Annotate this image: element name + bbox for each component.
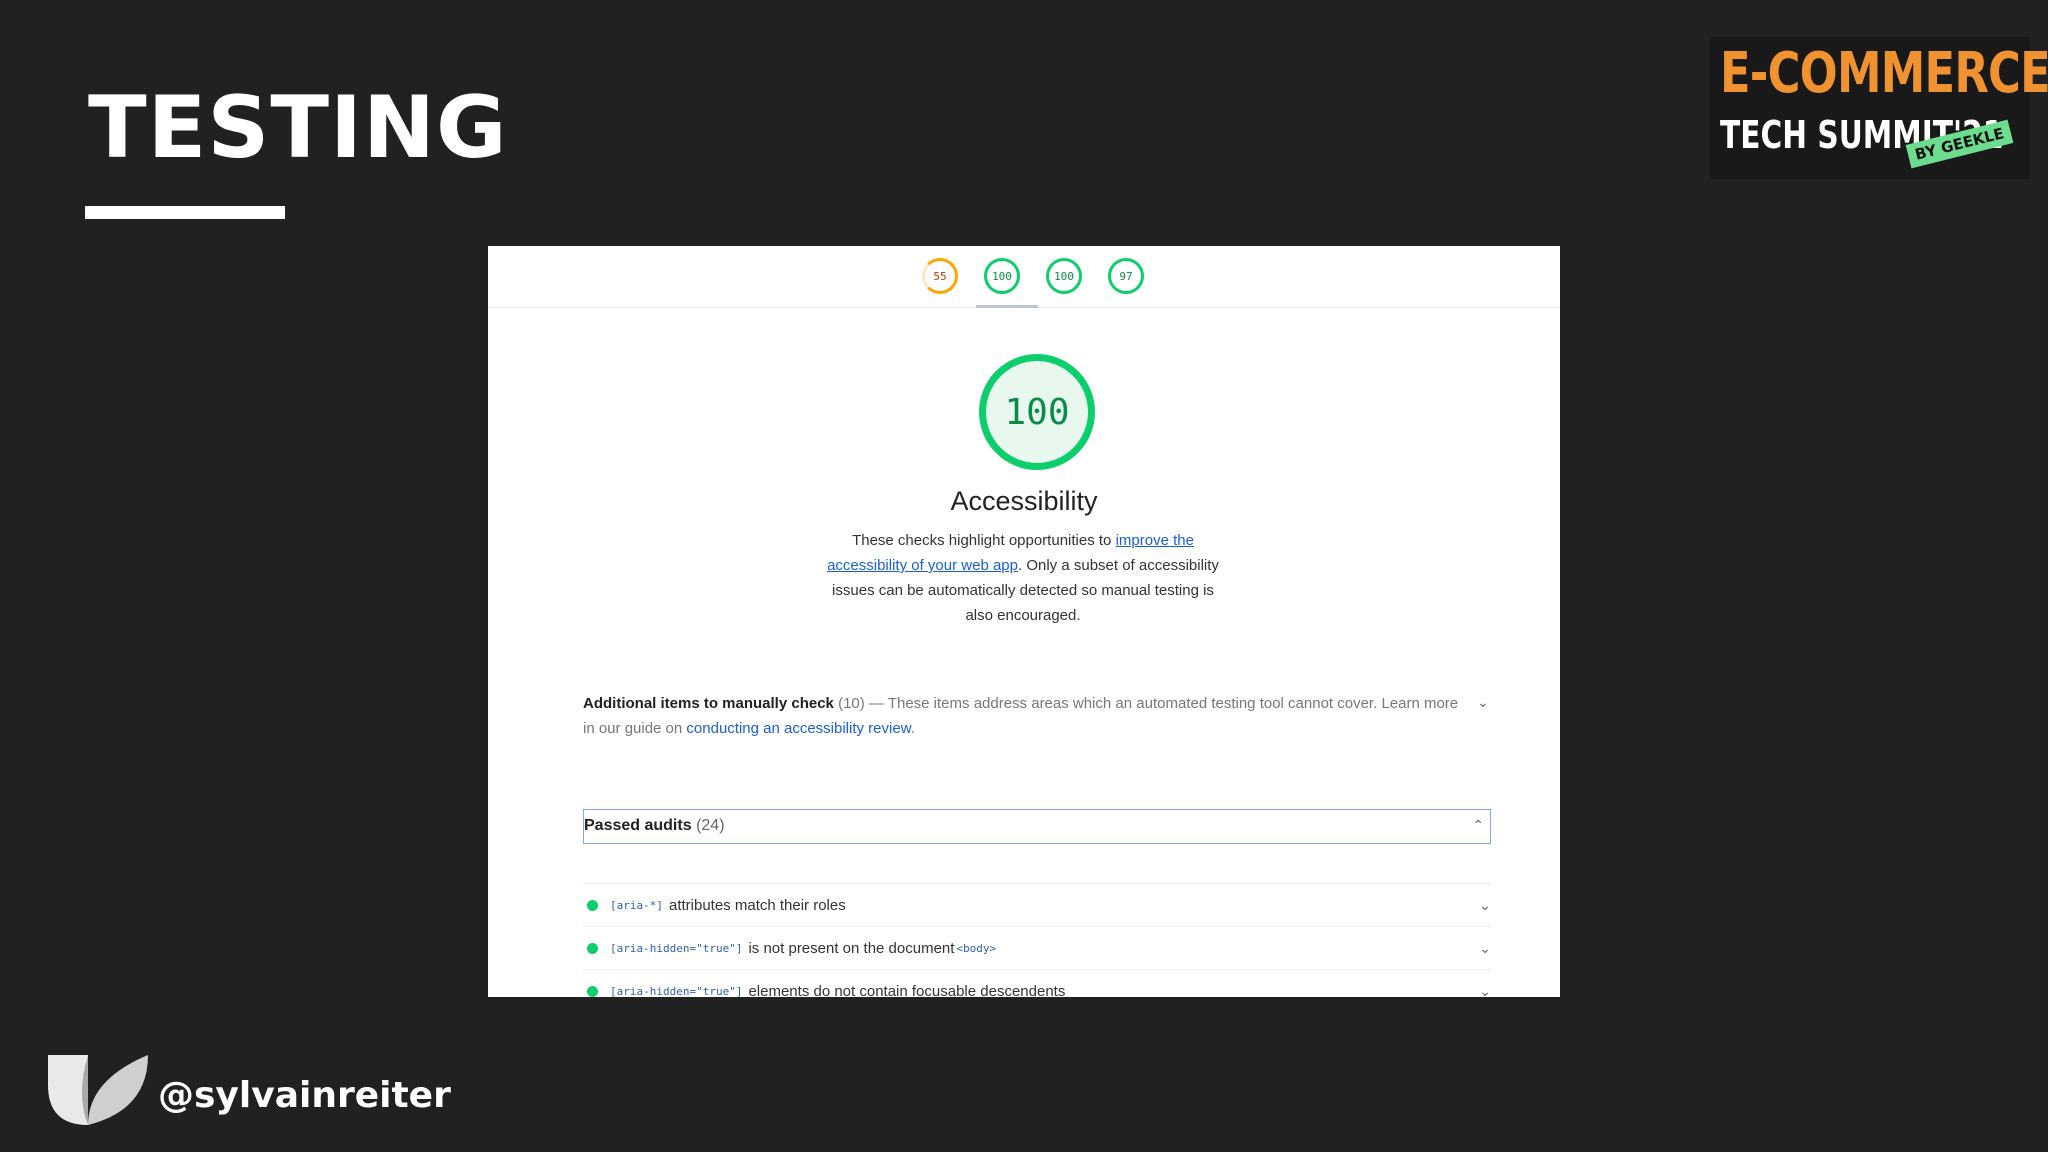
passed-audits-header[interactable]: Passed audits (24) ⌃: [583, 809, 1491, 844]
category-title: Accessibility: [950, 486, 1098, 516]
tab-best-practices[interactable]: 100: [1046, 258, 1082, 294]
accessibility-review-link[interactable]: conducting an accessibility review: [686, 720, 910, 737]
tab-seo[interactable]: 97: [1108, 258, 1144, 294]
audit-code: [aria-*]: [610, 898, 663, 912]
logo-line1: E-COMMERCE: [1720, 41, 2048, 106]
audit-row[interactable]: [aria-*] attributes match their roles ⌄: [583, 883, 1491, 926]
accessibility-gauge: 100: [979, 354, 1095, 470]
chevron-down-icon[interactable]: ⌄: [1479, 940, 1491, 957]
manual-count: (10): [838, 695, 865, 712]
lighthouse-report-screenshot: 55 100 100 97 100 Accessibility These ch…: [488, 246, 1560, 997]
manual-end: .: [910, 720, 915, 737]
audit-code-tail: <body>: [956, 941, 997, 955]
tab-active-indicator: [976, 305, 1038, 308]
audit-text: is not present on the document: [748, 939, 955, 957]
title-underline: [85, 206, 285, 219]
pass-dot-icon: [587, 899, 598, 911]
pass-dot-icon: [587, 942, 598, 954]
chevron-down-icon[interactable]: ⌄: [1477, 694, 1489, 711]
pass-dot-icon: [587, 985, 598, 997]
audit-code: [aria-hidden="true"]: [610, 941, 743, 955]
tab-performance[interactable]: 55: [922, 258, 958, 294]
chevron-down-icon[interactable]: ⌄: [1479, 983, 1491, 998]
category-description: These checks highlight opportunities to …: [818, 528, 1228, 628]
manual-title: Additional items to manually check: [583, 695, 834, 712]
manual-checks-group[interactable]: Additional items to manually check (10) …: [583, 691, 1473, 741]
passed-count: (24): [696, 817, 725, 834]
tab-accessibility[interactable]: 100: [984, 258, 1020, 294]
event-logo: E-COMMERCE TECH SUMMIT'21 BY GEEKLE: [1710, 37, 2048, 179]
desc-text-1: These checks highlight opportunities to: [852, 532, 1116, 549]
audit-code: [aria-hidden="true"]: [610, 984, 743, 998]
chevron-up-icon[interactable]: ⌃: [1472, 817, 1484, 834]
audit-row[interactable]: [aria-hidden="true"] elements do not con…: [583, 969, 1491, 997]
score-tabs: 55 100 100 97: [488, 246, 1560, 308]
audit-text: elements do not contain focusable descen…: [748, 982, 1066, 998]
speaker-logo-icon: [48, 1055, 148, 1125]
speaker-handle: @sylvainreiter: [158, 1075, 451, 1116]
slide-title: TESTING: [88, 78, 508, 178]
audit-text: attributes match their roles: [668, 896, 846, 914]
passed-label: Passed audits: [584, 817, 692, 834]
chevron-down-icon[interactable]: ⌄: [1479, 897, 1491, 914]
audit-row[interactable]: [aria-hidden="true"] is not present on t…: [583, 926, 1491, 969]
